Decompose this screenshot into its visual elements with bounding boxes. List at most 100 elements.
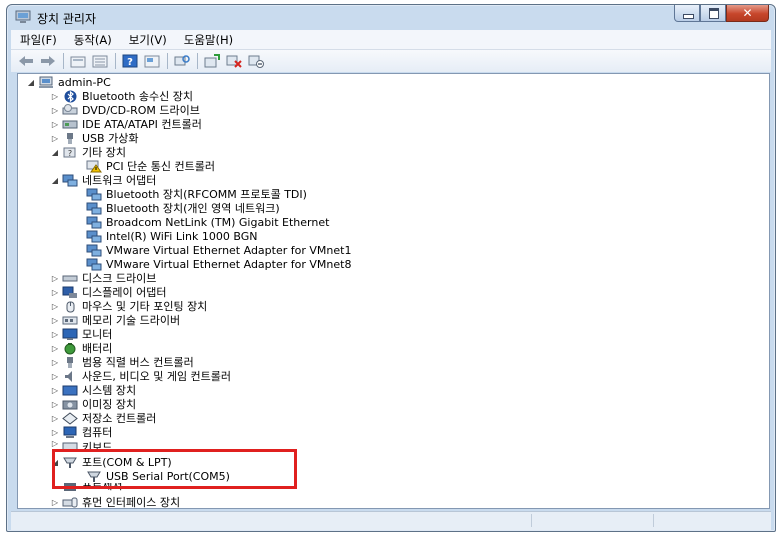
ide-controller-icon bbox=[62, 118, 78, 131]
tree-item-other-devices[interactable]: ◢ ? 기타 장치 bbox=[50, 145, 126, 159]
network-adapter-icon bbox=[86, 258, 102, 271]
battery-icon bbox=[62, 342, 78, 355]
back-button[interactable] bbox=[17, 53, 35, 69]
expand-arrow-icon[interactable]: ▷ bbox=[50, 288, 60, 297]
device-tree[interactable]: ◢ admin-PC ▷ Bluetooth 송수신 장치 ▷ DVD/CD-R… bbox=[17, 73, 770, 509]
up-level-button[interactable] bbox=[69, 53, 87, 69]
update-driver-button[interactable] bbox=[203, 53, 221, 69]
expand-arrow-icon[interactable]: ▷ bbox=[50, 414, 60, 423]
show-hide-button[interactable] bbox=[91, 53, 109, 69]
tree-item-label: VMware Virtual Ethernet Adapter for VMne… bbox=[106, 257, 352, 271]
help-button[interactable]: ? bbox=[121, 53, 139, 69]
network-adapter-icon bbox=[86, 202, 102, 215]
toolbar: ? bbox=[11, 50, 771, 72]
usb-controller-icon bbox=[62, 356, 78, 369]
show-hide-icon bbox=[92, 55, 108, 67]
close-button[interactable]: ✕ bbox=[726, 5, 769, 22]
up-level-icon bbox=[70, 56, 86, 67]
tree-item-batteries[interactable]: ▷ 배터리 bbox=[50, 341, 112, 355]
expand-arrow-icon[interactable]: ▷ bbox=[50, 92, 60, 101]
expand-arrow-icon[interactable]: ▷ bbox=[50, 428, 60, 437]
tree-root[interactable]: ◢ admin-PC bbox=[26, 75, 111, 89]
bluetooth-icon bbox=[62, 90, 78, 103]
tree-item-dvd[interactable]: ▷ DVD/CD-ROM 드라이브 bbox=[50, 103, 200, 117]
status-cell bbox=[11, 514, 532, 527]
tree-item-imaging[interactable]: ▷ 이미징 장치 bbox=[50, 397, 136, 411]
tree-item-hid[interactable]: ▷ 휴먼 인터페이스 장치 bbox=[50, 495, 180, 508]
expand-arrow-icon[interactable]: ▷ bbox=[50, 344, 60, 353]
disable-button[interactable] bbox=[247, 53, 265, 69]
tree-item-display-adapters[interactable]: ▷ 디스플레이 어댑터 bbox=[50, 285, 166, 299]
tree-item-monitors[interactable]: ▷ 모니터 bbox=[50, 327, 112, 341]
menu-view[interactable]: 보기(V) bbox=[120, 32, 175, 48]
unknown-device-icon: ? bbox=[62, 146, 78, 159]
menu-help[interactable]: 도움말(H) bbox=[175, 32, 241, 48]
scan-hardware-icon bbox=[174, 55, 190, 66]
monitor-icon bbox=[62, 328, 78, 341]
tree-item-vmnet8[interactable]: VMware Virtual Ethernet Adapter for VMne… bbox=[74, 257, 351, 271]
tree-item-bt-rfcomm[interactable]: Bluetooth 장치(RFCOMM 프로토콜 TDI) bbox=[74, 187, 307, 201]
status-cell bbox=[533, 514, 654, 527]
tree-item-mouse[interactable]: ▷ 마우스 및 기타 포인팅 장치 bbox=[50, 299, 207, 313]
device-manager-app-icon bbox=[15, 10, 31, 23]
minimize-icon bbox=[683, 14, 694, 19]
uninstall-button[interactable] bbox=[225, 53, 243, 69]
tree-item-intel-wifi[interactable]: Intel(R) WiFi Link 1000 BGN bbox=[74, 229, 257, 243]
tree-item-computer[interactable]: ▷ 컴퓨터 bbox=[50, 425, 112, 439]
tree-item-sound[interactable]: ▷ 사운드, 비디오 및 게임 컨트롤러 bbox=[50, 369, 231, 383]
tree-item-system-devices[interactable]: ▷ 시스템 장치 bbox=[50, 383, 136, 397]
tree-item-storage[interactable]: ▷ 저장소 컨트롤러 bbox=[50, 411, 156, 425]
maximize-button[interactable] bbox=[700, 5, 726, 22]
expand-arrow-icon[interactable]: ▷ bbox=[50, 134, 60, 143]
tree-item-vmnet1[interactable]: VMware Virtual Ethernet Adapter for VMne… bbox=[74, 243, 351, 257]
svg-text:?: ? bbox=[68, 149, 72, 158]
back-icon bbox=[19, 56, 33, 66]
forward-button[interactable] bbox=[39, 53, 57, 69]
update-driver-icon bbox=[204, 54, 220, 68]
collapse-arrow-icon[interactable]: ◢ bbox=[50, 148, 60, 157]
expand-arrow-icon[interactable]: ▷ bbox=[50, 439, 60, 448]
expand-arrow-icon[interactable]: ▷ bbox=[50, 274, 60, 283]
properties-button[interactable] bbox=[143, 53, 161, 69]
close-icon: ✕ bbox=[742, 6, 753, 20]
highlight-box bbox=[52, 449, 297, 489]
expand-arrow-icon[interactable]: ▷ bbox=[50, 386, 60, 395]
toolbar-separator bbox=[115, 53, 116, 69]
network-adapter-icon bbox=[86, 244, 102, 257]
tree-item-label: VMware Virtual Ethernet Adapter for VMne… bbox=[106, 243, 352, 257]
tree-item-network[interactable]: ◢ 네트워크 어댑터 bbox=[50, 173, 156, 187]
scan-hardware-button[interactable] bbox=[173, 53, 191, 69]
tree-item-bt-pan[interactable]: Bluetooth 장치(개인 영역 네트워크) bbox=[74, 201, 280, 215]
tree-item-ide[interactable]: ▷ IDE ATA/ATAPI 컨트롤러 bbox=[50, 117, 202, 131]
collapse-arrow-icon[interactable]: ◢ bbox=[50, 176, 60, 185]
menu-bar: 파일(F) 동작(A) 보기(V) 도움말(H) bbox=[11, 30, 771, 50]
menu-action[interactable]: 동작(A) bbox=[65, 32, 120, 48]
warning-device-icon bbox=[86, 160, 102, 173]
expand-arrow-icon[interactable]: ▷ bbox=[50, 498, 60, 507]
tree-item-memory-tech[interactable]: ▷ 메모리 기술 드라이버 bbox=[50, 313, 180, 327]
menu-file[interactable]: 파일(F) bbox=[11, 32, 65, 48]
expand-arrow-icon[interactable]: ▷ bbox=[50, 302, 60, 311]
display-adapter-icon bbox=[62, 286, 78, 299]
tree-item-pci-comm[interactable]: PCI 단순 통신 컨트롤러 bbox=[74, 159, 215, 173]
expand-arrow-icon[interactable]: ▷ bbox=[50, 316, 60, 325]
tree-root-label: admin-PC bbox=[58, 75, 111, 89]
forward-icon bbox=[41, 56, 55, 66]
tree-item-bluetooth[interactable]: ▷ Bluetooth 송수신 장치 bbox=[50, 89, 193, 103]
expand-arrow-icon[interactable]: ▷ bbox=[50, 372, 60, 381]
minimize-button[interactable] bbox=[674, 5, 700, 22]
expand-arrow-icon[interactable]: ▷ bbox=[50, 358, 60, 367]
expand-arrow-icon[interactable]: ▷ bbox=[50, 330, 60, 339]
expand-arrow-icon[interactable]: ▷ bbox=[50, 400, 60, 409]
tree-item-usb-controllers[interactable]: ▷ 범용 직렬 버스 컨트롤러 bbox=[50, 355, 194, 369]
collapse-arrow-icon[interactable]: ◢ bbox=[26, 78, 36, 87]
status-bar bbox=[11, 511, 771, 530]
expand-arrow-icon[interactable]: ▷ bbox=[50, 106, 60, 115]
tree-item-disk-drives[interactable]: ▷ 디스크 드라이브 bbox=[50, 271, 156, 285]
network-adapter-icon bbox=[86, 216, 102, 229]
tree-item-keyboard[interactable]: ▷ 키보드 bbox=[50, 439, 112, 449]
tree-item-broadcom[interactable]: Broadcom NetLink (TM) Gigabit Ethernet bbox=[74, 215, 329, 229]
title-bar[interactable]: 장치 관리자 ✕ bbox=[7, 5, 775, 29]
tree-item-usb-virtual[interactable]: ▷ USB 가상화 bbox=[50, 131, 139, 145]
expand-arrow-icon[interactable]: ▷ bbox=[50, 120, 60, 129]
